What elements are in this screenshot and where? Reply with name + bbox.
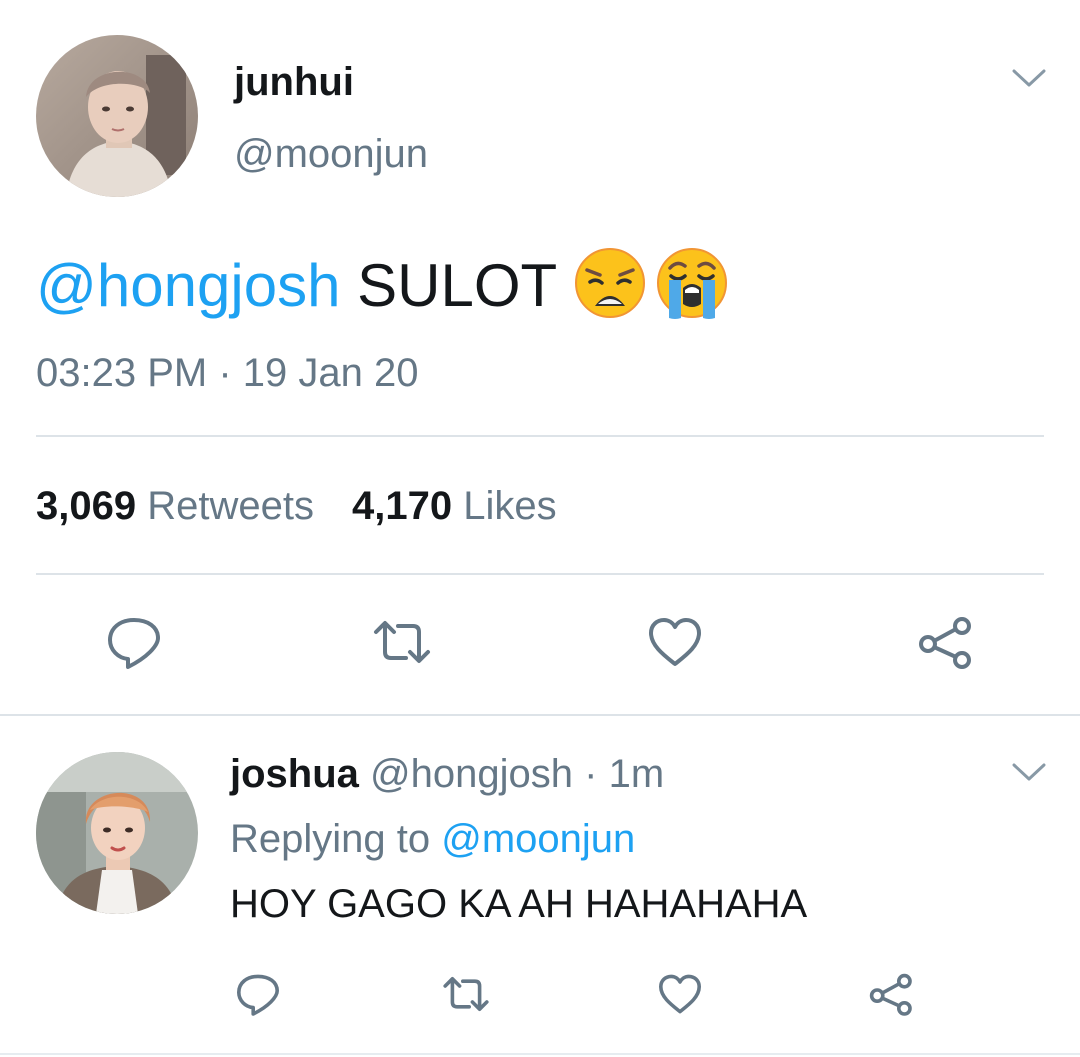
time-separator: · (584, 752, 598, 796)
retweet-icon[interactable] (372, 612, 432, 672)
tweet-text: @hongjosh SULOT (36, 246, 729, 321)
retweet-icon[interactable] (442, 970, 490, 1018)
likes-stat[interactable]: 4,170 Likes (352, 484, 557, 528)
tweet-body-text: SULOT (340, 252, 573, 319)
reply-time-ago[interactable]: 1m (609, 752, 665, 796)
tweet-timestamp[interactable]: 03:23 PM · 19 Jan 20 (36, 349, 418, 397)
heart-icon[interactable] (645, 612, 705, 672)
tweet-stats: 3,069 Retweets 4,170 Likes (36, 482, 557, 530)
divider (36, 573, 1044, 575)
reply-icon[interactable] (104, 612, 164, 672)
author-name[interactable]: junhui (234, 58, 354, 106)
author-avatar[interactable] (36, 35, 198, 197)
author-handle[interactable]: @moonjun (234, 130, 428, 178)
chevron-down-icon[interactable] (1011, 760, 1047, 784)
section-divider (0, 714, 1080, 716)
heart-icon[interactable] (656, 970, 704, 1018)
reply-author-avatar[interactable] (36, 752, 198, 914)
avatar-photo (36, 35, 198, 197)
bottom-divider (0, 1053, 1080, 1055)
retweets-count: 3,069 (36, 484, 137, 528)
share-icon[interactable] (914, 612, 974, 672)
loudly-crying-face-emoji-icon (655, 246, 729, 320)
replying-to-mention-link[interactable]: @moonjun (441, 817, 635, 861)
likes-label: Likes (463, 484, 557, 528)
tweet-mention-link[interactable]: @hongjosh (36, 252, 340, 319)
reply-author-handle[interactable]: @hongjosh (370, 752, 573, 796)
retweets-label: Retweets (147, 484, 314, 528)
share-icon[interactable] (866, 970, 914, 1018)
replying-to-line: Replying to @moonjun (230, 815, 635, 863)
replying-to-label: Replying to (230, 817, 431, 861)
reply-text: HOY GAGO KA AH HAHAHAHA (230, 882, 808, 926)
likes-count: 4,170 (351, 484, 453, 528)
divider (36, 435, 1044, 437)
reply-author-name[interactable]: joshua (230, 752, 359, 796)
chevron-down-icon[interactable] (1011, 66, 1047, 90)
retweets-stat[interactable]: 3,069 Retweets (36, 484, 314, 528)
avatar-photo (36, 752, 198, 914)
reply-header: joshua @hongjosh · 1m (230, 750, 664, 798)
weary-face-emoji-icon (573, 246, 647, 320)
reply-icon[interactable] (234, 970, 282, 1018)
